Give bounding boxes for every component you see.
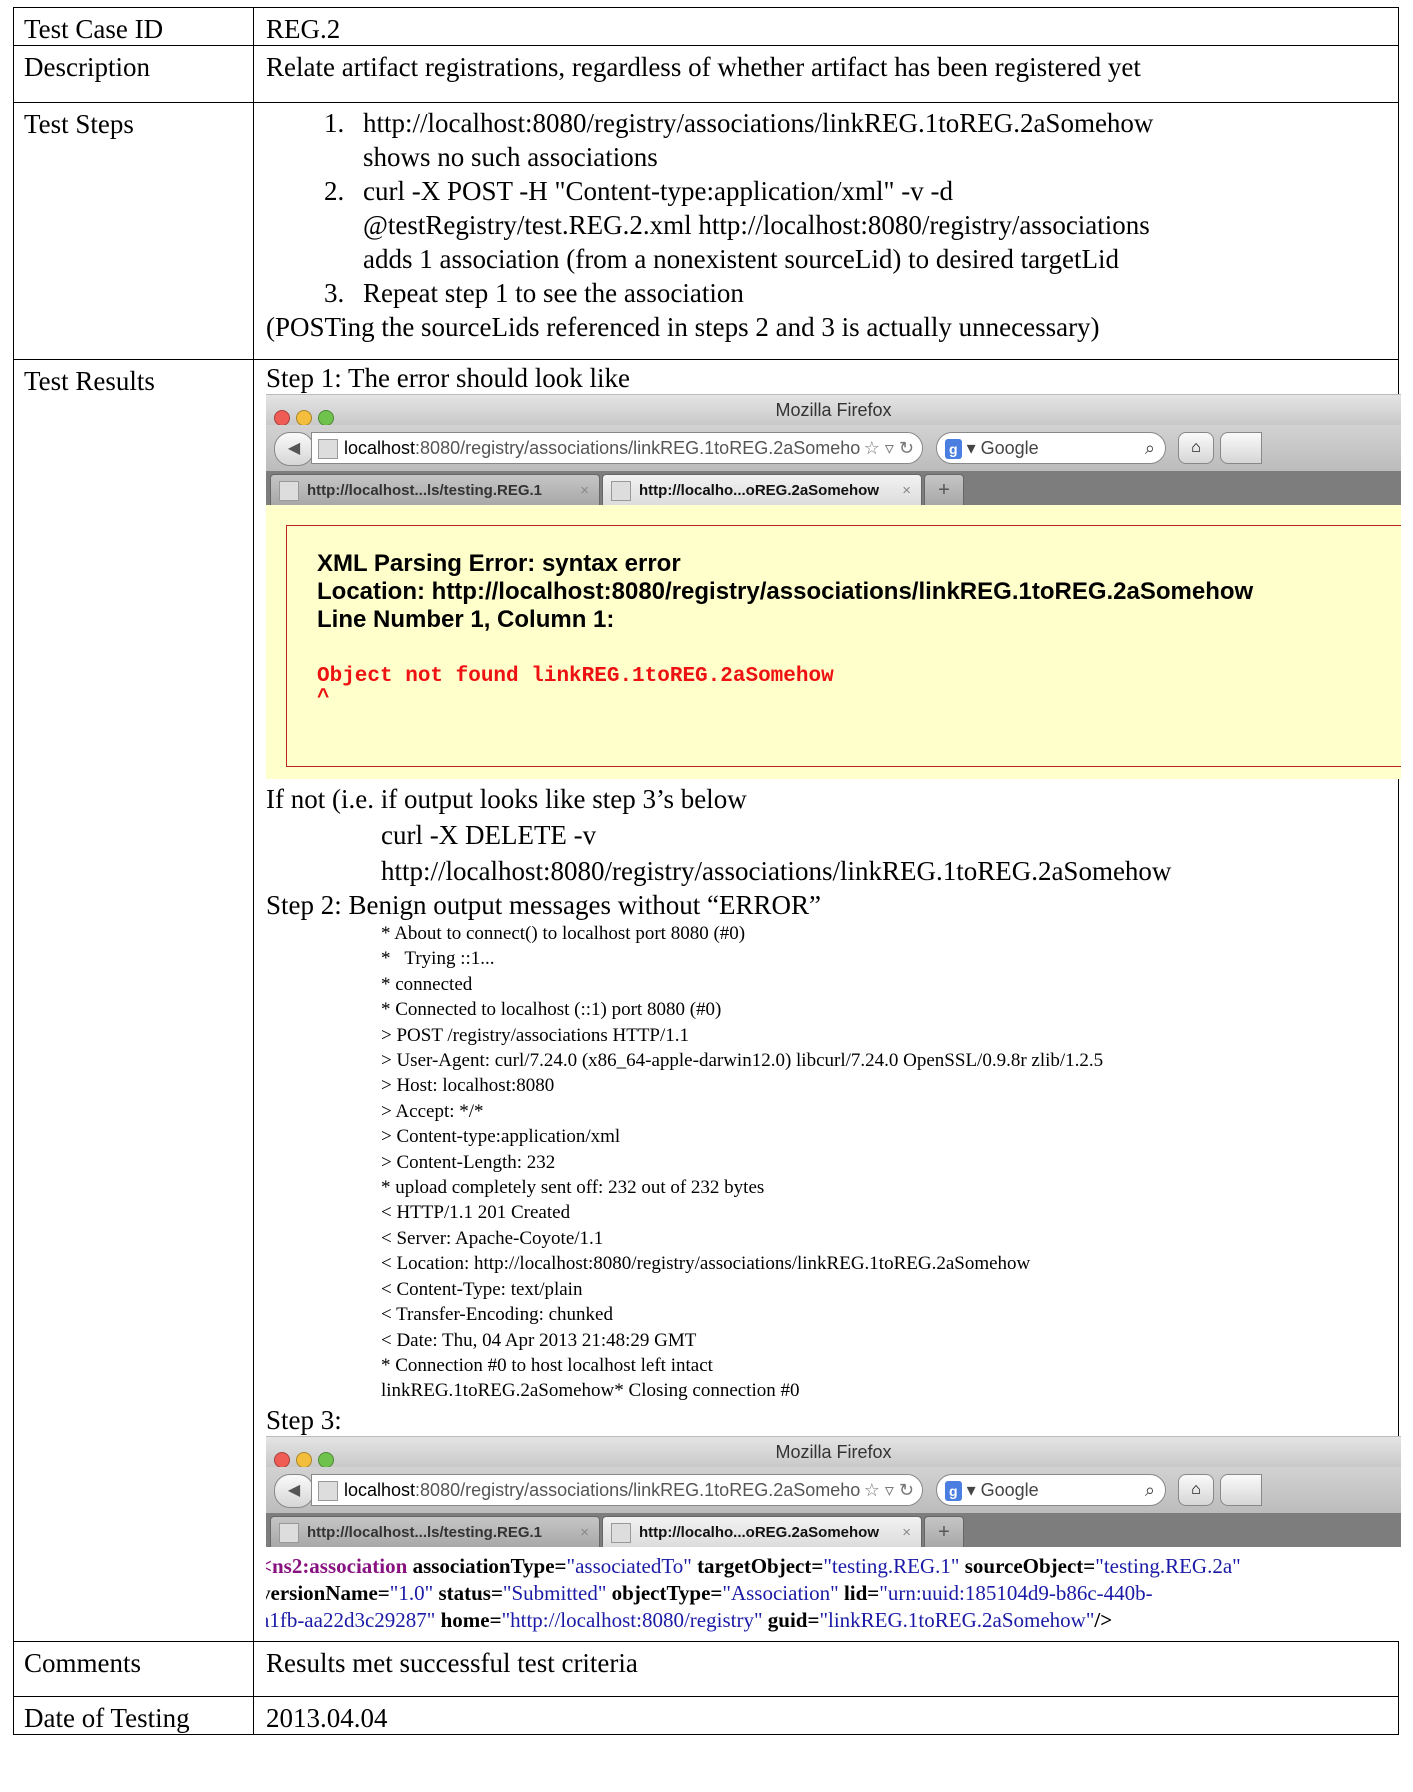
console-line: < Location: http://localhost:8080/regist… — [381, 1253, 1031, 1275]
test-steps-content: 1. http://localhost:8080/registry/associ… — [254, 103, 1398, 344]
google-icon: g — [945, 439, 962, 459]
test-step-item: 3. Repeat step 1 to see the association — [324, 278, 744, 308]
window-titlebar: Mozilla Firefox — [266, 394, 1401, 426]
date-label: Date of Testing — [13, 1695, 254, 1735]
search-box[interactable]: g ▾ Google ⌕ — [936, 432, 1166, 464]
test-step-item: 2. curl -X POST -H "Content-type:applica… — [324, 176, 1150, 274]
console-line: > Accept: */* — [381, 1100, 484, 1122]
firefox-window-step1: Mozilla Firefox ◀ localhost:8080/registr… — [266, 394, 1401, 779]
tab-association[interactable]: http://localho...oREG.2aSomehow × — [602, 1515, 922, 1547]
back-button[interactable]: ◀ — [274, 1473, 314, 1508]
error-title: XML Parsing Error: syntax error — [317, 550, 681, 577]
favicon-icon — [611, 481, 631, 501]
error-message: Object not found linkREG.1toREG.2aSomeho… — [317, 665, 834, 688]
favicon-icon — [611, 1522, 631, 1543]
console-line: > Content-Length: 232 — [381, 1151, 556, 1173]
console-line: > Host: localhost:8080 — [381, 1075, 555, 1097]
console-line: < Content-Type: text/plain — [381, 1278, 583, 1300]
comments-label: Comments — [13, 1640, 254, 1697]
firefox-window-step3: Mozilla Firefox ◀ localhost:8080/registr… — [266, 1435, 1401, 1641]
google-icon: g — [945, 1480, 962, 1501]
delete-command: curl -X DELETE -v http://localhost:8080/… — [381, 820, 1172, 886]
reload-icon[interactable]: ☆ ▿ ↻ — [859, 433, 914, 463]
console-line: < Date: Thu, 04 Apr 2013 21:48:29 GMT — [381, 1329, 697, 1351]
comments-value: Results met successful test criteria — [266, 1647, 638, 1678]
home-button[interactable]: ⌂ — [1178, 1473, 1214, 1506]
favicon-icon — [279, 481, 299, 501]
step1-intro: Step 1: The error should look like — [266, 363, 630, 393]
xml-output: <ns2:association associationType="associ… — [266, 1546, 1401, 1641]
favicon-icon — [318, 439, 338, 460]
console-line: > Content-type:application/xml — [381, 1126, 621, 1148]
error-line: Line Number 1, Column 1: — [317, 606, 615, 633]
error-caret: ^ — [317, 687, 330, 710]
console-line: < HTTP/1.1 201 Created — [381, 1202, 571, 1224]
close-tab-icon[interactable]: × — [580, 1517, 589, 1547]
test-case-table: Test Case ID REG.2 Description Relate ar… — [13, 7, 1401, 1735]
window-title: Mozilla Firefox — [775, 400, 892, 420]
test-steps-label: Test Steps — [13, 102, 254, 360]
new-tab-button[interactable]: + — [924, 1515, 964, 1547]
close-tab-icon[interactable]: × — [580, 475, 589, 505]
console-line: < Transfer-Encoding: chunked — [381, 1304, 613, 1326]
console-line: > User-Agent: curl/7.24.0 (x86_64-apple-… — [381, 1050, 1104, 1072]
date-value: 2013.04.04 — [266, 1702, 388, 1733]
favicon-icon — [318, 1480, 338, 1501]
test-results-label: Test Results — [13, 359, 254, 1642]
console-line: linkREG.1toREG.2aSomehow* Closing connec… — [381, 1380, 800, 1402]
close-tab-icon[interactable]: × — [902, 1517, 911, 1547]
step3-intro: Step 3: — [266, 1404, 342, 1435]
test-steps-list: 1. http://localhost:8080/registry/associ… — [266, 106, 1398, 310]
console-line: * connected — [381, 973, 473, 995]
test-case-id-value: REG.2 — [266, 14, 341, 44]
console-line: * upload completely sent off: 232 out of… — [381, 1177, 765, 1199]
test-step-item: 1. http://localhost:8080/registry/associ… — [324, 108, 1154, 172]
search-box[interactable]: g ▾ Google ⌕ — [936, 1473, 1166, 1506]
description-label: Description — [13, 45, 254, 103]
home-button[interactable]: ⌂ — [1178, 432, 1214, 464]
console-line: < Server: Apache-Coyote/1.1 — [381, 1227, 604, 1249]
back-button[interactable]: ◀ — [274, 432, 314, 466]
url-bar[interactable]: localhost:8080/registry/associations/lin… — [311, 432, 923, 464]
console-line: > POST /registry/associations HTTP/1.1 — [381, 1024, 690, 1046]
new-tab-button[interactable]: + — [924, 474, 964, 505]
tab-testing-reg1[interactable]: http://localhost...ls/testing.REG.1 × — [270, 1515, 600, 1547]
reload-icon[interactable]: ☆ ▿ ↻ — [859, 1474, 914, 1505]
test-case-id-label: Test Case ID — [13, 7, 254, 46]
error-page: XML Parsing Error: syntax error Location… — [266, 505, 1401, 779]
xml-error-box: XML Parsing Error: syntax error Location… — [286, 525, 1401, 767]
extension-button[interactable] — [1220, 1473, 1262, 1506]
url-bar[interactable]: localhost:8080/registry/associations/lin… — [311, 1473, 923, 1506]
console-line: * Trying ::1... — [381, 948, 495, 970]
window-titlebar: Mozilla Firefox — [266, 1435, 1401, 1468]
console-line: * Connection #0 to host localhost left i… — [381, 1354, 713, 1376]
tab-strip: http://localhost...ls/testing.REG.1 × htt… — [266, 1512, 1401, 1547]
search-icon[interactable]: ⌕ — [1145, 1475, 1155, 1505]
if-not-text: If not (i.e. if output looks like step 3… — [266, 784, 747, 814]
favicon-icon — [279, 1522, 299, 1543]
curl-output: * About to connect() to localhost port 8… — [381, 921, 1398, 1404]
tab-strip: http://localhost...ls/testing.REG.1 × htt… — [266, 471, 1401, 505]
extension-button[interactable] — [1220, 432, 1262, 464]
tab-association[interactable]: http://localho...oREG.2aSomehow × — [602, 474, 922, 505]
description-value: Relate artifact registrations, regardles… — [266, 52, 1141, 82]
tab-testing-reg1[interactable]: http://localhost...ls/testing.REG.1 × — [270, 474, 600, 505]
error-location: Location: http://localhost:8080/registry… — [317, 578, 1254, 605]
test-steps-note: (POSTing the sourceLids referenced in st… — [266, 312, 1100, 342]
navigation-toolbar: ◀ localhost:8080/registry/associations/l… — [266, 1466, 1401, 1513]
close-tab-icon[interactable]: × — [902, 475, 911, 505]
window-title: Mozilla Firefox — [775, 1441, 892, 1462]
console-line: * About to connect() to localhost port 8… — [381, 923, 746, 944]
navigation-toolbar: ◀ localhost:8080/registry/associations/l… — [266, 425, 1401, 471]
step2-intro: Step 2: Benign output messages without “… — [266, 890, 821, 920]
console-line: * Connected to localhost (::1) port 8080… — [381, 999, 722, 1021]
search-icon[interactable]: ⌕ — [1145, 433, 1155, 463]
